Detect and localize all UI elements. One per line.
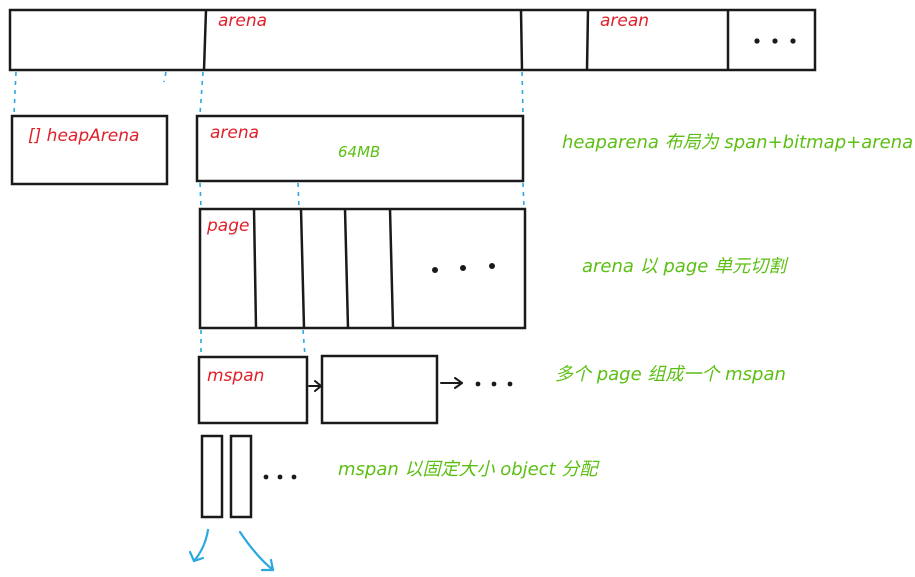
ellipsis-dot	[277, 474, 283, 480]
allocation-arrow	[192, 528, 210, 563]
guide-line	[199, 182, 202, 209]
ellipsis-dot	[491, 381, 497, 387]
guide-line	[13, 71, 17, 115]
mspan-label: mspan	[207, 366, 264, 386]
strip-divider	[519, 9, 524, 71]
ellipsis-dot	[263, 474, 269, 480]
ellipsis-dot	[790, 38, 796, 44]
allocation-arrow	[238, 530, 275, 572]
ellipsis-dot	[460, 265, 466, 271]
guide-line	[297, 182, 300, 209]
note-pages-to-mspan: 多个 page 组成一个 mspan	[555, 364, 786, 385]
mspan-box-next	[320, 354, 439, 425]
guide-line	[522, 182, 525, 209]
strip-divider	[585, 9, 590, 71]
ellipsis-dot	[507, 381, 513, 387]
ellipsis-dot	[475, 381, 481, 387]
strip-divider	[202, 9, 208, 71]
page-label: page	[206, 216, 249, 236]
guide-line	[302, 329, 306, 357]
page-divider	[252, 208, 258, 329]
page-divider	[343, 208, 350, 329]
guide-line	[521, 71, 524, 115]
page-divider	[388, 208, 395, 329]
ellipsis-dot	[489, 263, 495, 269]
top-arean-label: arean	[600, 11, 649, 31]
object-slot	[200, 434, 224, 519]
ellipsis-dot	[291, 474, 297, 480]
note-heaparena-layout: heaparena 布局为 span+bitmap+arena	[562, 132, 913, 153]
ellipsis-dot	[432, 267, 438, 273]
page-divider	[299, 208, 306, 329]
guide-line	[199, 71, 204, 115]
arena-box-label: arena	[210, 123, 259, 143]
ellipsis-dot	[754, 38, 760, 44]
object-slot	[229, 434, 253, 519]
guide-line	[163, 71, 167, 83]
ellipsis-dot	[772, 38, 778, 44]
arena-size-label: 64MB	[338, 143, 380, 161]
note-arena-split: arena 以 page 单元切割	[582, 256, 789, 277]
note-mspan-objects: mspan 以固定大小 object 分配	[338, 459, 600, 480]
heap-strip	[8, 8, 817, 72]
heaparena-array-label: [] heapArena	[28, 126, 139, 146]
memory-layout-diagram: arena arean [] heapArena arena 64MB heap…	[8, 8, 913, 572]
top-arena-label: arena	[218, 11, 267, 31]
